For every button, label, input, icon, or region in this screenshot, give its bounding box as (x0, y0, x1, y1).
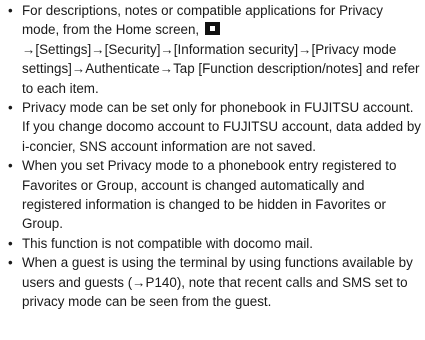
home-key-icon (204, 22, 220, 36)
bullet-icon: • (8, 158, 13, 174)
bullet-icon: • (8, 255, 13, 271)
note-text: Privacy mode can be set only for phonebo… (22, 100, 421, 154)
note-text: This function is not compatible with doc… (22, 235, 314, 251)
bullet-icon: • (8, 3, 13, 18)
list-item: • When you set Privacy mode to a phonebo… (8, 156, 421, 234)
list-item: • This function is not compatible with d… (8, 234, 421, 253)
list-item: • Privacy mode can be set only for phone… (8, 98, 421, 156)
notes-list: • For descriptions, notes or compatible … (0, 0, 425, 312)
note-text: When you set Privacy mode to a phonebook… (22, 158, 397, 232)
bullet-icon: • (8, 100, 13, 116)
note-text: When a guest is using the terminal by us… (22, 255, 413, 310)
bullet-icon: • (8, 235, 13, 251)
note-text: →[Settings]→[Security]→[Information secu… (22, 41, 420, 96)
note-text: For descriptions, notes or compatible ap… (22, 3, 383, 38)
list-item: • For descriptions, notes or compatible … (8, 1, 421, 98)
list-item: • When a guest is using the terminal by … (8, 253, 421, 311)
